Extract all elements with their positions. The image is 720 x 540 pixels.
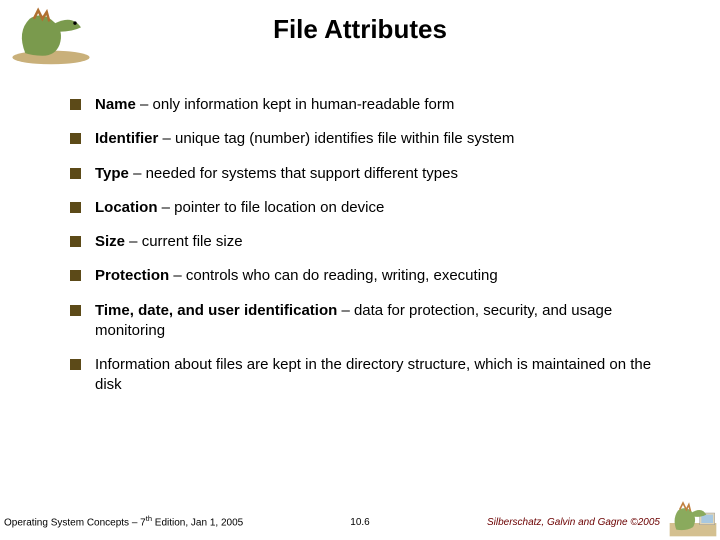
square-bullet-icon (70, 133, 81, 144)
list-item: Size – current file size (70, 232, 670, 252)
square-bullet-icon (70, 202, 81, 213)
footer-right: Silberschatz, Galvin and Gagne ©2005 (487, 517, 660, 528)
list-item: Protection – controls who can do reading… (70, 266, 670, 286)
square-bullet-icon (70, 359, 81, 370)
square-bullet-icon (70, 99, 81, 110)
list-item: Information about files are kept in the … (70, 355, 670, 396)
item-text: Size – current file size (95, 232, 670, 252)
item-text: Name – only information kept in human-re… (95, 95, 670, 115)
item-text: Protection – controls who can do reading… (95, 266, 670, 286)
item-text: Time, date, and user identification – da… (95, 301, 670, 342)
item-text: Identifier – unique tag (number) identif… (95, 129, 670, 149)
square-bullet-icon (70, 168, 81, 179)
dinosaur-illustration-bottom (668, 498, 718, 538)
slide-title: File Attributes (0, 14, 720, 45)
list-item: Location – pointer to file location on d… (70, 198, 670, 218)
list-item: Type – needed for systems that support d… (70, 164, 670, 184)
square-bullet-icon (70, 305, 81, 316)
list-item: Name – only information kept in human-re… (70, 95, 670, 115)
list-item: Time, date, and user identification – da… (70, 301, 670, 342)
square-bullet-icon (70, 270, 81, 281)
list-item: Identifier – unique tag (number) identif… (70, 129, 670, 149)
slide-body: Name – only information kept in human-re… (70, 95, 670, 410)
slide: File Attributes Name – only information … (0, 0, 720, 540)
item-text: Type – needed for systems that support d… (95, 164, 670, 184)
item-text: Information about files are kept in the … (95, 355, 670, 396)
square-bullet-icon (70, 236, 81, 247)
slide-footer: Operating System Concepts – 7th Edition,… (0, 512, 720, 532)
item-text: Location – pointer to file location on d… (95, 198, 670, 218)
